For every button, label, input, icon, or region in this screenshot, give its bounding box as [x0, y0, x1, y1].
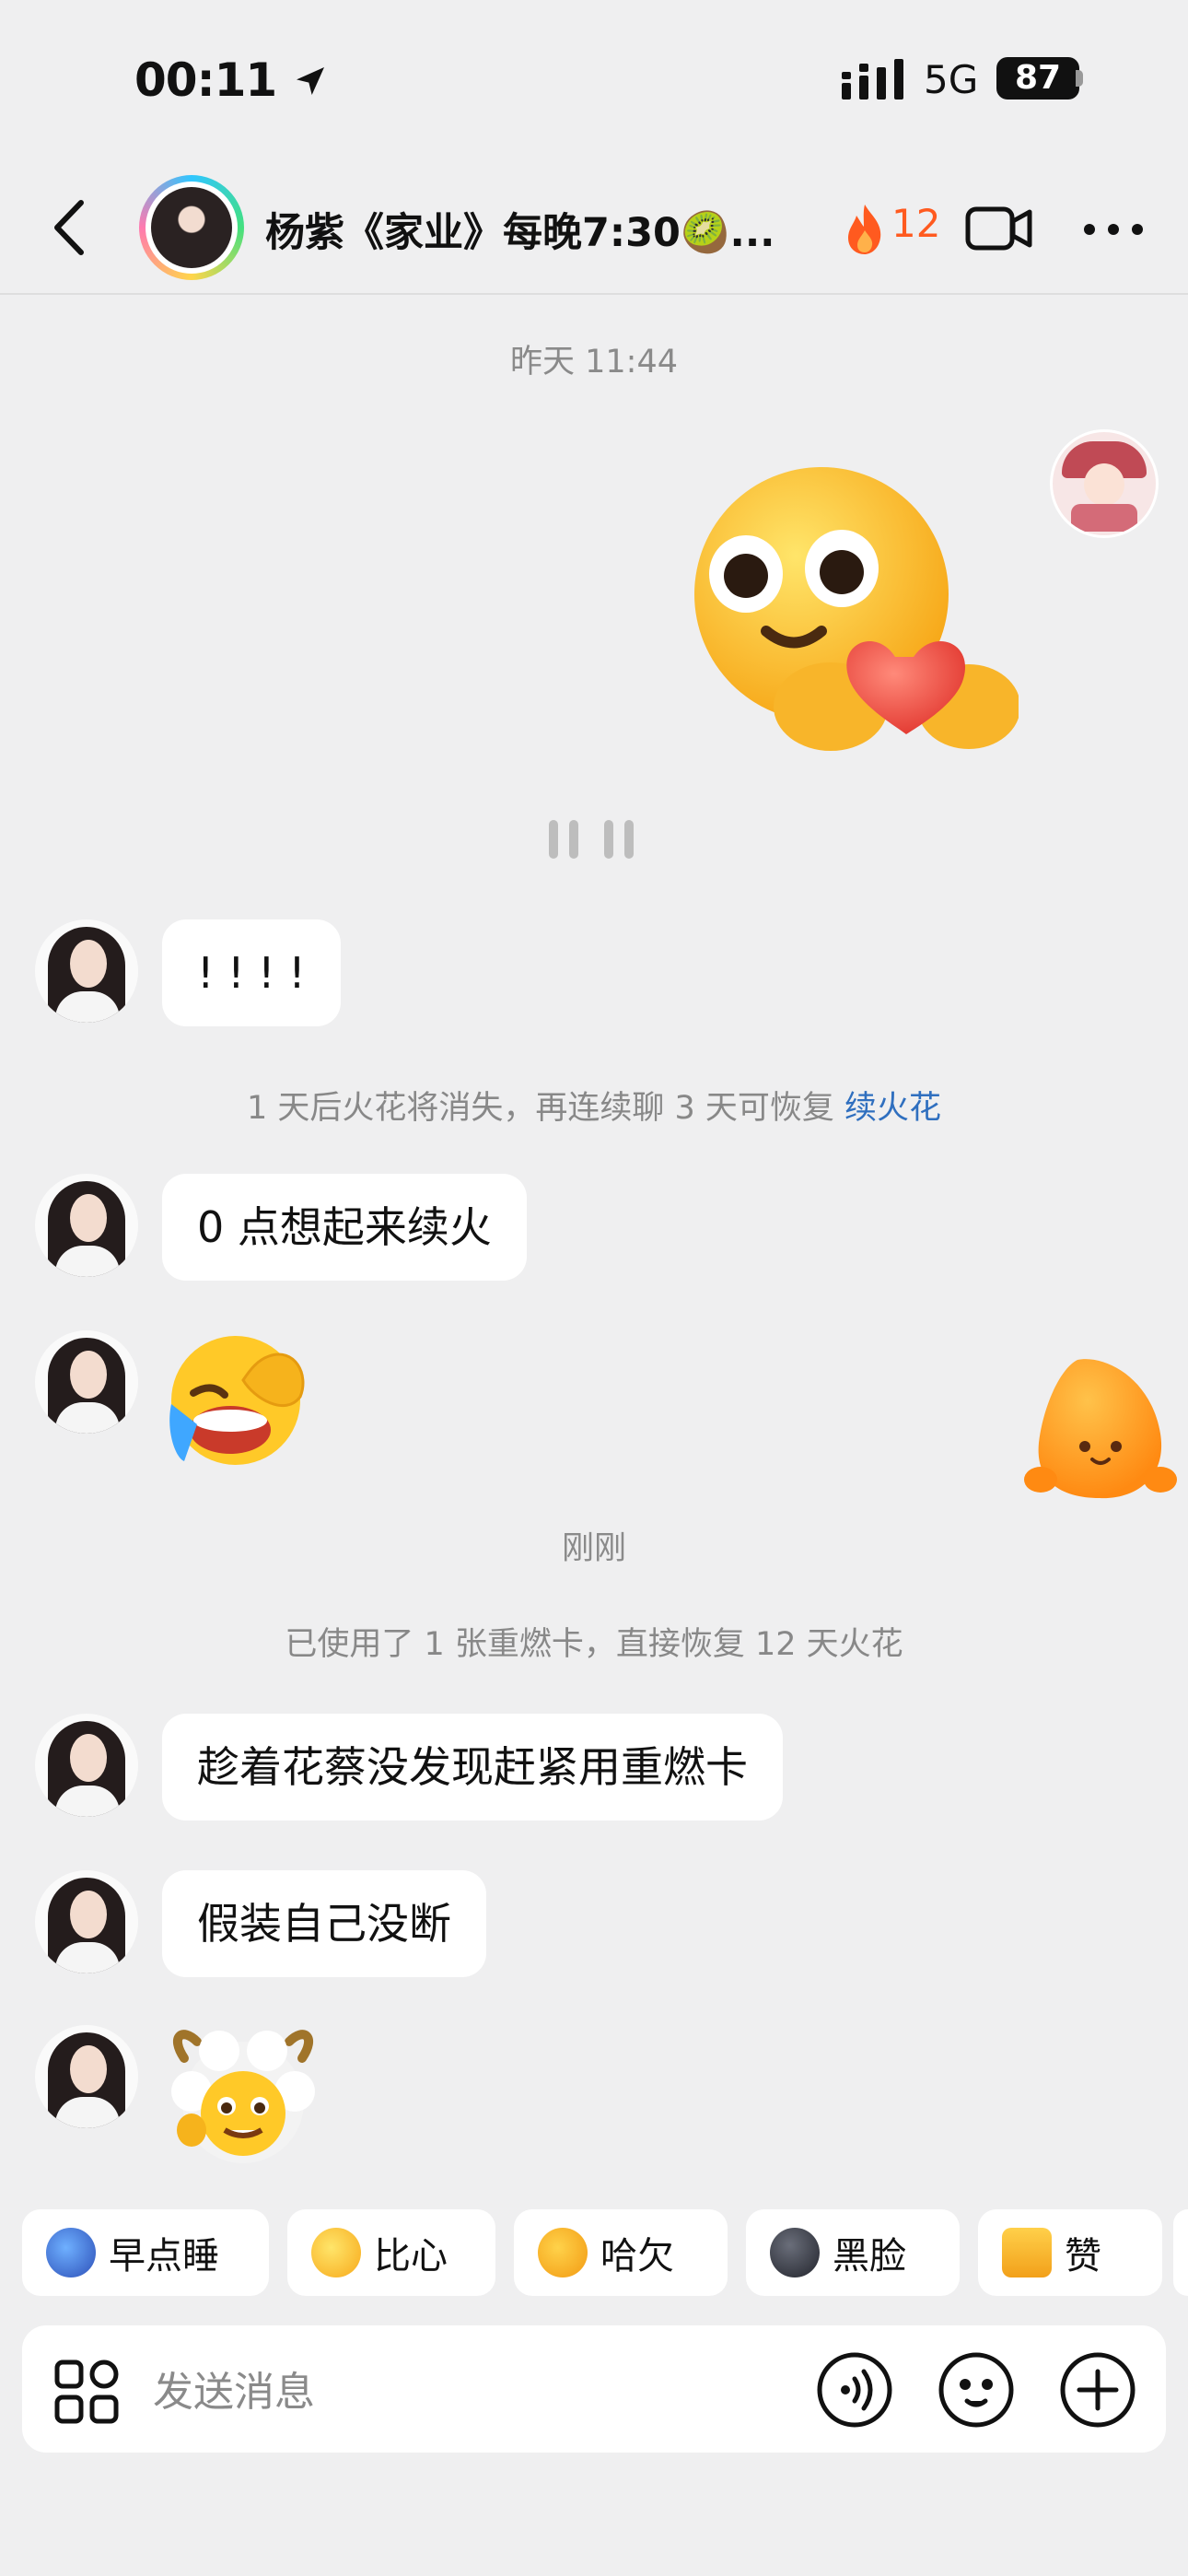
- yawn-icon: [538, 2228, 588, 2277]
- contact-avatar-small[interactable]: [35, 2025, 138, 2128]
- system-notice-text: 1 天后火花将消失，再连续聊 3 天可恢复: [246, 1090, 845, 1127]
- quick-reply-chip[interactable]: 赞: [978, 2209, 1162, 2296]
- message-bubble[interactable]: 0 点想起来续火: [162, 1174, 527, 1281]
- quick-reply-chip[interactable]: 比心: [287, 2209, 495, 2296]
- contact-avatar-small[interactable]: [35, 1174, 138, 1277]
- emoji-icon[interactable]: [938, 2351, 1015, 2429]
- message-bubble[interactable]: ! ! ! !: [162, 919, 341, 1026]
- timestamp: 刚刚: [561, 1530, 626, 1567]
- quick-reply-chip-partial[interactable]: [1173, 2209, 1188, 2296]
- fire-streak-icon[interactable]: [844, 203, 886, 256]
- loading-indicator-icon: [549, 820, 634, 859]
- facepalm-crying-emoji[interactable]: [166, 1329, 309, 1467]
- message-bubble[interactable]: 趁着花蔡没发现赶紧用重燃卡: [162, 1714, 783, 1821]
- location-arrow-icon: [296, 67, 324, 95]
- quick-reply-chip[interactable]: 黑脸: [746, 2209, 960, 2296]
- network-type: 5G: [924, 57, 979, 102]
- contact-avatar-small[interactable]: [35, 1714, 138, 1817]
- more-options-icon[interactable]: [1083, 223, 1144, 236]
- continue-spark-link[interactable]: 续火花: [844, 1090, 941, 1127]
- header-divider: [0, 293, 1188, 295]
- dark-face-icon: [770, 2228, 820, 2277]
- quick-reply-label: 黑脸: [833, 2235, 906, 2277]
- signal-icon: [842, 59, 903, 100]
- quick-reply-label: 哈欠: [600, 2235, 674, 2277]
- quick-reply-label: 比心: [374, 2235, 448, 2277]
- thumbs-up-icon: [1002, 2228, 1052, 2277]
- message-input[interactable]: [151, 2359, 781, 2425]
- sleep-icon: [46, 2228, 96, 2277]
- contact-avatar[interactable]: [139, 175, 244, 280]
- chat-title[interactable]: 杨紫《家业》每晚7:30🥝...: [265, 201, 810, 258]
- quick-reply-label: 早点睡: [109, 2235, 219, 2277]
- apps-grid-icon[interactable]: [53, 2359, 120, 2425]
- quick-reply-chip[interactable]: 早点睡: [22, 2209, 269, 2296]
- video-call-icon[interactable]: [965, 205, 1033, 252]
- contact-avatar-small[interactable]: [35, 1330, 138, 1434]
- sheep-emoji-sticker[interactable]: [164, 2027, 322, 2165]
- system-notice: 1 天后火花将消失，再连续聊 3 天可恢复 续火花: [0, 1082, 1188, 1129]
- quick-reply-chip[interactable]: 哈欠: [514, 2209, 728, 2296]
- contact-avatar-small[interactable]: [35, 919, 138, 1023]
- battery-cap: [1076, 70, 1083, 87]
- plus-icon[interactable]: [1059, 2351, 1136, 2429]
- status-time: 00:11: [134, 53, 329, 107]
- back-arrow-icon[interactable]: [44, 195, 99, 260]
- streak-count[interactable]: 12: [891, 201, 940, 246]
- message-bubble[interactable]: 假装自己没断: [162, 1870, 486, 1977]
- battery-indicator: 87: [996, 57, 1079, 100]
- voice-input-icon[interactable]: [816, 2351, 893, 2429]
- heart-hands-sticker[interactable]: [693, 465, 1019, 755]
- my-avatar[interactable]: [1050, 429, 1159, 538]
- contact-avatar-small[interactable]: [35, 1870, 138, 1973]
- heart-hands-icon: [311, 2228, 361, 2277]
- timestamp: 昨天 11:44: [510, 344, 678, 381]
- quick-reply-label: 赞: [1065, 2235, 1101, 2277]
- system-notice: 已使用了 1 张重燃卡，直接恢复 12 天火花: [285, 1626, 903, 1663]
- spark-mascot-sticker[interactable]: [1022, 1351, 1179, 1507]
